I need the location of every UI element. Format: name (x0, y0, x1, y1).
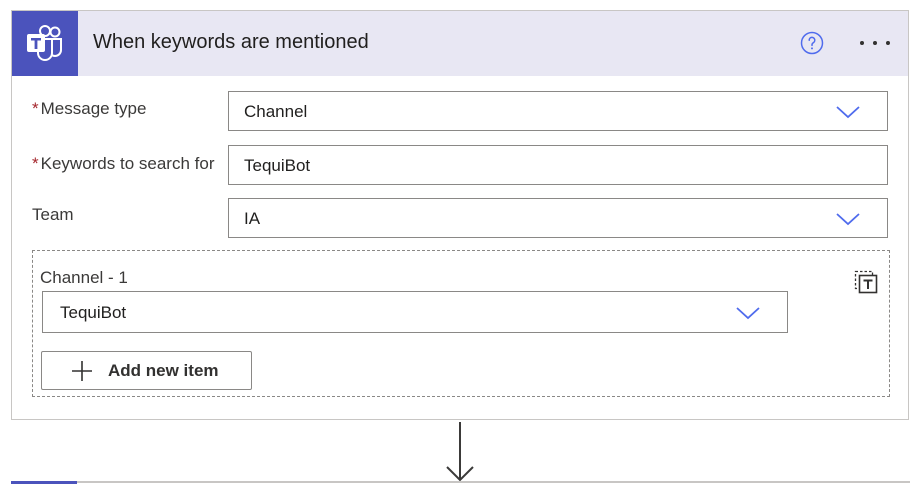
arrow-down-icon (446, 422, 474, 482)
teams-logo (12, 11, 78, 76)
add-new-item-label: Add new item (108, 361, 219, 380)
chevron-down-icon[interactable] (735, 305, 761, 321)
keywords-input[interactable]: TequiBot (228, 145, 888, 185)
next-card-edge (11, 481, 910, 483)
add-new-item-button[interactable]: Add new item (41, 351, 252, 390)
team-label-text: Team (32, 205, 74, 224)
channel-label: Channel - 1 (40, 268, 128, 287)
required-asterisk: * (32, 99, 39, 118)
channel-array-section: Channel - 1 TequiBot Add new item (32, 250, 890, 397)
keywords-label: * Keywords to search for (32, 154, 214, 174)
chevron-down-icon[interactable] (835, 104, 861, 120)
chevron-down-icon[interactable] (835, 211, 861, 227)
delete-item-icon[interactable] (853, 269, 879, 295)
channel-value: TequiBot (60, 303, 127, 322)
plus-icon (72, 361, 92, 381)
channel-dropdown[interactable]: TequiBot (42, 291, 788, 333)
keywords-label-text: Keywords to search for (40, 154, 215, 173)
team-value: IA (244, 209, 261, 228)
message-type-label: * Message type (32, 99, 146, 119)
required-asterisk: * (32, 154, 39, 173)
message-type-dropdown[interactable]: Channel (228, 91, 888, 131)
team-dropdown[interactable]: IA (228, 198, 888, 238)
trigger-card: When keywords are mentioned * Message typ… (11, 10, 909, 420)
message-type-label-text: Message type (40, 99, 147, 118)
more-options-icon[interactable] (858, 38, 892, 48)
help-circle-icon[interactable] (800, 31, 824, 55)
keywords-value: TequiBot (244, 156, 311, 175)
trigger-title: When keywords are mentioned (93, 31, 369, 53)
microsoft-teams-icon (27, 25, 62, 61)
trigger-header[interactable]: When keywords are mentioned (12, 11, 908, 76)
team-label: Team (32, 205, 74, 225)
message-type-value: Channel (244, 102, 308, 121)
